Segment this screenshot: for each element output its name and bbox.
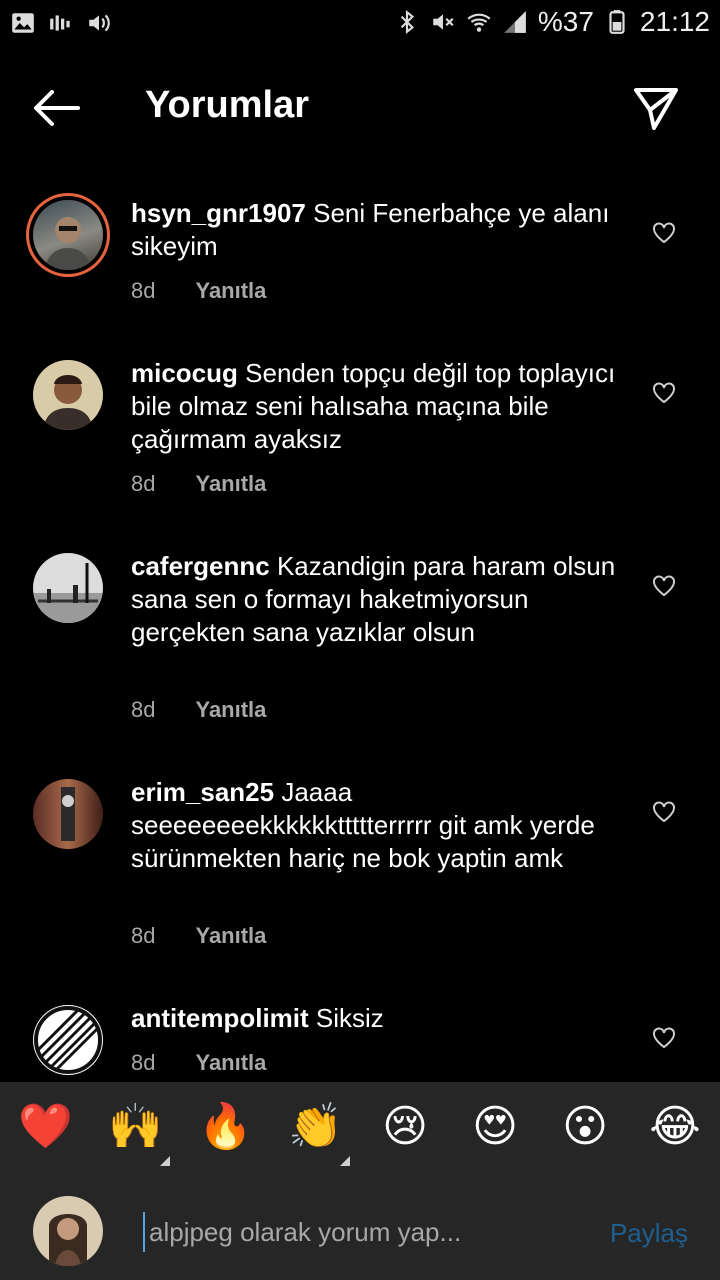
like-heart-icon[interactable]	[652, 382, 676, 404]
avatar[interactable]	[33, 553, 103, 623]
emoji-quick-bar: ❤️ 🙌 🔥 👏 😢 😍 😮 😂	[0, 1082, 720, 1182]
like-heart-icon[interactable]	[652, 222, 676, 244]
battery-icon	[609, 10, 625, 34]
signal-bars-icon	[50, 15, 70, 31]
comment-text: Siksiz	[315, 1003, 384, 1033]
reply-button[interactable]: Yanıtla	[195, 697, 266, 723]
current-user-avatar	[33, 1196, 103, 1266]
avatar[interactable]	[33, 1005, 103, 1075]
bluetooth-icon	[400, 9, 414, 35]
raising-hands-emoji[interactable]: 🙌	[108, 1100, 163, 1154]
header: Yorumlar	[0, 60, 720, 156]
gallery-icon	[12, 13, 34, 33]
red-heart-emoji[interactable]: ❤️	[18, 1100, 73, 1154]
comment-age: 8d	[131, 471, 156, 496]
reply-button[interactable]: Yanıtla	[195, 923, 266, 949]
comment-username[interactable]: hsyn_gnr1907	[131, 198, 306, 228]
like-heart-icon[interactable]	[652, 1027, 676, 1049]
clock: 21:12	[639, 6, 710, 37]
avatar[interactable]	[33, 360, 103, 430]
fire-emoji[interactable]: 🔥	[198, 1100, 253, 1154]
battery-percent: %37	[537, 6, 594, 37]
heart-eyes-emoji[interactable]: 😍	[468, 1100, 522, 1154]
cell-signal-icon	[504, 11, 526, 33]
back-arrow-icon[interactable]	[30, 88, 82, 128]
like-heart-icon[interactable]	[652, 801, 676, 823]
comment-age: 8d	[131, 278, 156, 303]
tears-of-joy-emoji[interactable]: 😂	[648, 1100, 702, 1154]
reply-button[interactable]: Yanıtla	[195, 1050, 266, 1076]
comment-username[interactable]: cafergennc	[131, 551, 270, 581]
volume-icon	[89, 14, 110, 32]
mute-icon	[433, 14, 454, 30]
comment-username[interactable]: micocug	[131, 358, 238, 388]
page-title: Yorumlar	[145, 84, 310, 126]
comment-username[interactable]: antitempolimit	[131, 1003, 309, 1033]
comment-input[interactable]	[143, 1212, 569, 1252]
comment-composer: Paylaş	[0, 1182, 720, 1280]
comment-age: 8d	[131, 923, 156, 948]
share-button[interactable]: Paylaş	[610, 1218, 688, 1249]
status-bar: %37 21:12	[0, 0, 720, 48]
avatar[interactable]	[33, 200, 103, 270]
crying-face-emoji[interactable]: 😢	[378, 1100, 432, 1154]
comment-username[interactable]: erim_san25	[131, 777, 274, 807]
reply-button[interactable]: Yanıtla	[195, 471, 266, 497]
like-heart-icon[interactable]	[652, 575, 676, 597]
send-direct-icon[interactable]	[632, 84, 680, 132]
emoji-variant-indicator	[160, 1156, 170, 1166]
emoji-variant-indicator	[340, 1156, 350, 1166]
avatar[interactable]	[33, 779, 103, 849]
reply-button[interactable]: Yanıtla	[195, 278, 266, 304]
clapping-hands-emoji[interactable]: 👏	[288, 1100, 343, 1154]
wifi-icon	[467, 13, 491, 32]
comment-age: 8d	[131, 1050, 156, 1075]
surprised-face-emoji[interactable]: 😮	[558, 1100, 612, 1154]
comment-age: 8d	[131, 697, 156, 722]
